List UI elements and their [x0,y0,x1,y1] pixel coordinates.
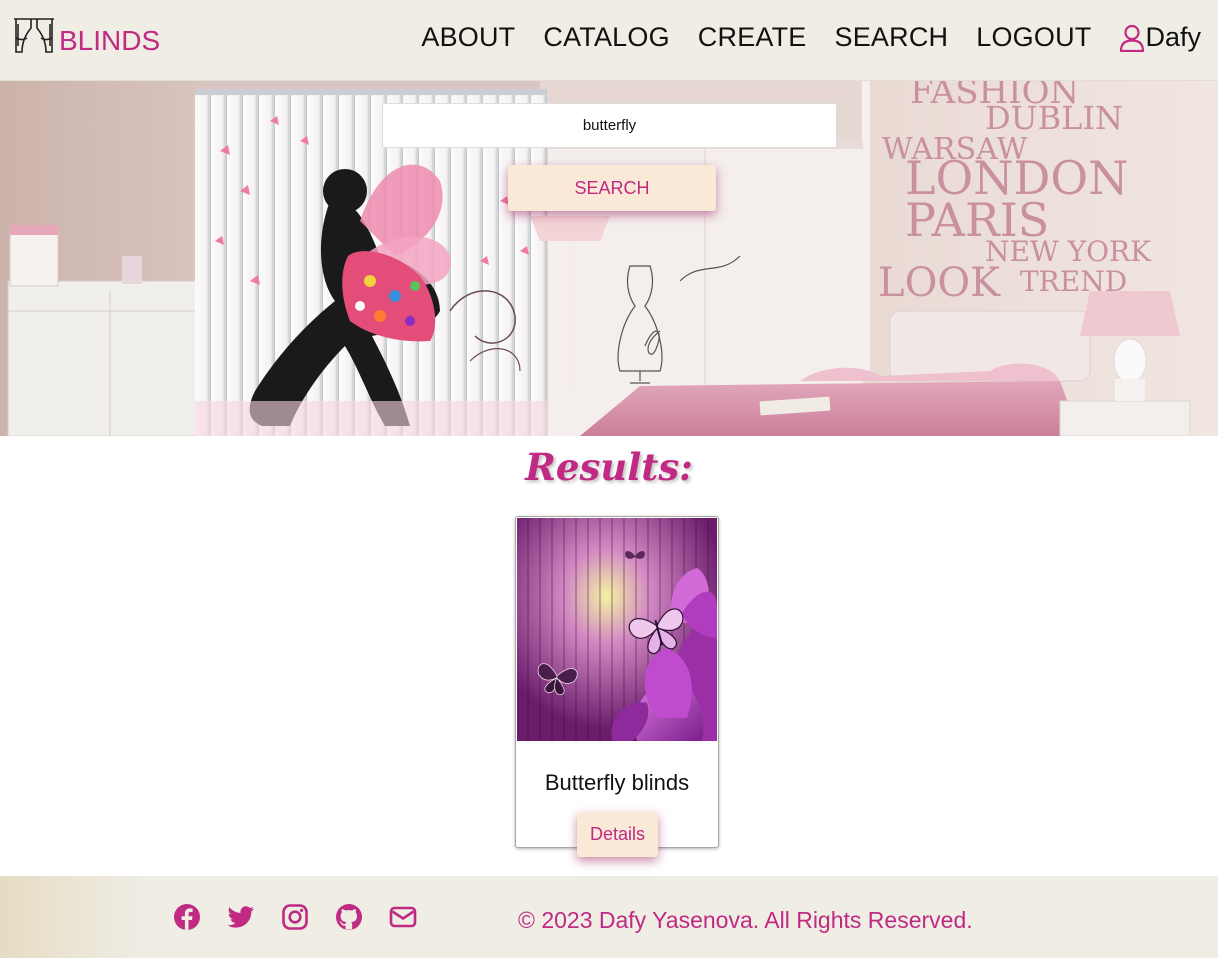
instagram-icon[interactable] [281,903,309,931]
nav-catalog[interactable]: CATALOG [543,22,669,53]
logo-text: BLINDS [59,25,161,56]
results-title: Results: [525,445,693,489]
details-button[interactable]: Details [577,812,658,857]
twitter-icon[interactable] [227,903,255,931]
nav-create[interactable]: CREATE [698,22,807,53]
wall-word: NEW YORK [985,235,1152,268]
nav-about[interactable]: ABOUT [421,22,515,53]
nav-search[interactable]: SEARCH [835,22,949,53]
main-nav: ABOUT CATALOG CREATE SEARCH LOGOUT Dafy [421,22,1201,53]
site-header: BLINDS ABOUT CATALOG CREATE SEARCH LOGOU… [0,0,1218,81]
result-card: Butterfly blinds Details [515,516,719,857]
butterfly-blinds-image [517,518,717,741]
hero-banner: FASHION DUBLIN WARSAW LONDON PARIS NEW Y… [0,81,1218,436]
social-links [173,903,443,931]
search-input[interactable] [382,103,837,148]
facebook-icon[interactable] [173,903,201,931]
envelope-icon[interactable] [389,903,417,931]
logo-link[interactable]: BLINDS [12,16,160,58]
profile-username: Dafy [1145,22,1201,52]
copyright-text: © 2023 Dafy Yasenova. All Rights Reserve… [518,907,973,933]
profile-link[interactable]: Dafy [1119,22,1201,53]
curtain-logo-icon [14,18,54,53]
nav-logout[interactable]: LOGOUT [976,22,1091,53]
site-footer: © 2023 Dafy Yasenova. All Rights Reserve… [0,876,1218,958]
result-card-title: Butterfly blinds [544,770,690,795]
search-button[interactable]: SEARCH [508,165,716,211]
user-icon [1120,24,1145,52]
github-icon[interactable] [335,903,363,931]
wall-word: LOOK [878,260,1001,306]
